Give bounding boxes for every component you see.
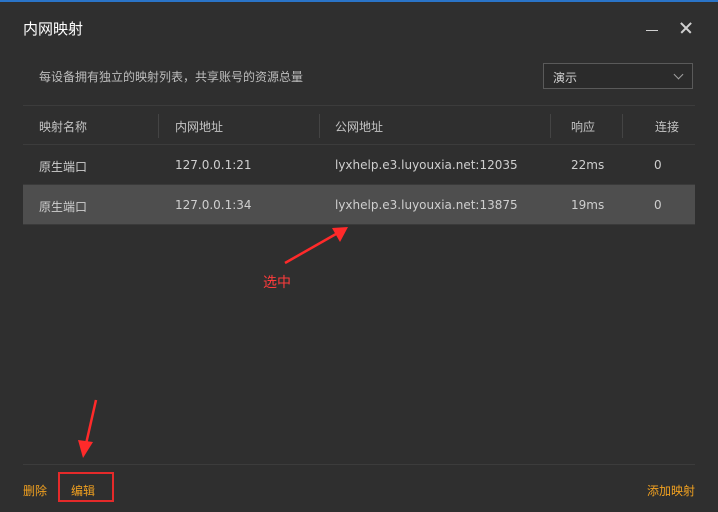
annotation-arrows: [78, 227, 348, 458]
arrow-to-selected-row: [284, 232, 337, 265]
arrowhead-icon: [78, 440, 93, 458]
annotation-selected-label: 选中: [263, 275, 291, 291]
add-mapping-button[interactable]: 添加映射: [647, 482, 695, 499]
arrow-to-edit-button: [84, 399, 98, 445]
footer-divider: [23, 464, 695, 465]
delete-button[interactable]: 删除: [23, 482, 47, 499]
edit-button[interactable]: 编辑: [71, 482, 95, 499]
